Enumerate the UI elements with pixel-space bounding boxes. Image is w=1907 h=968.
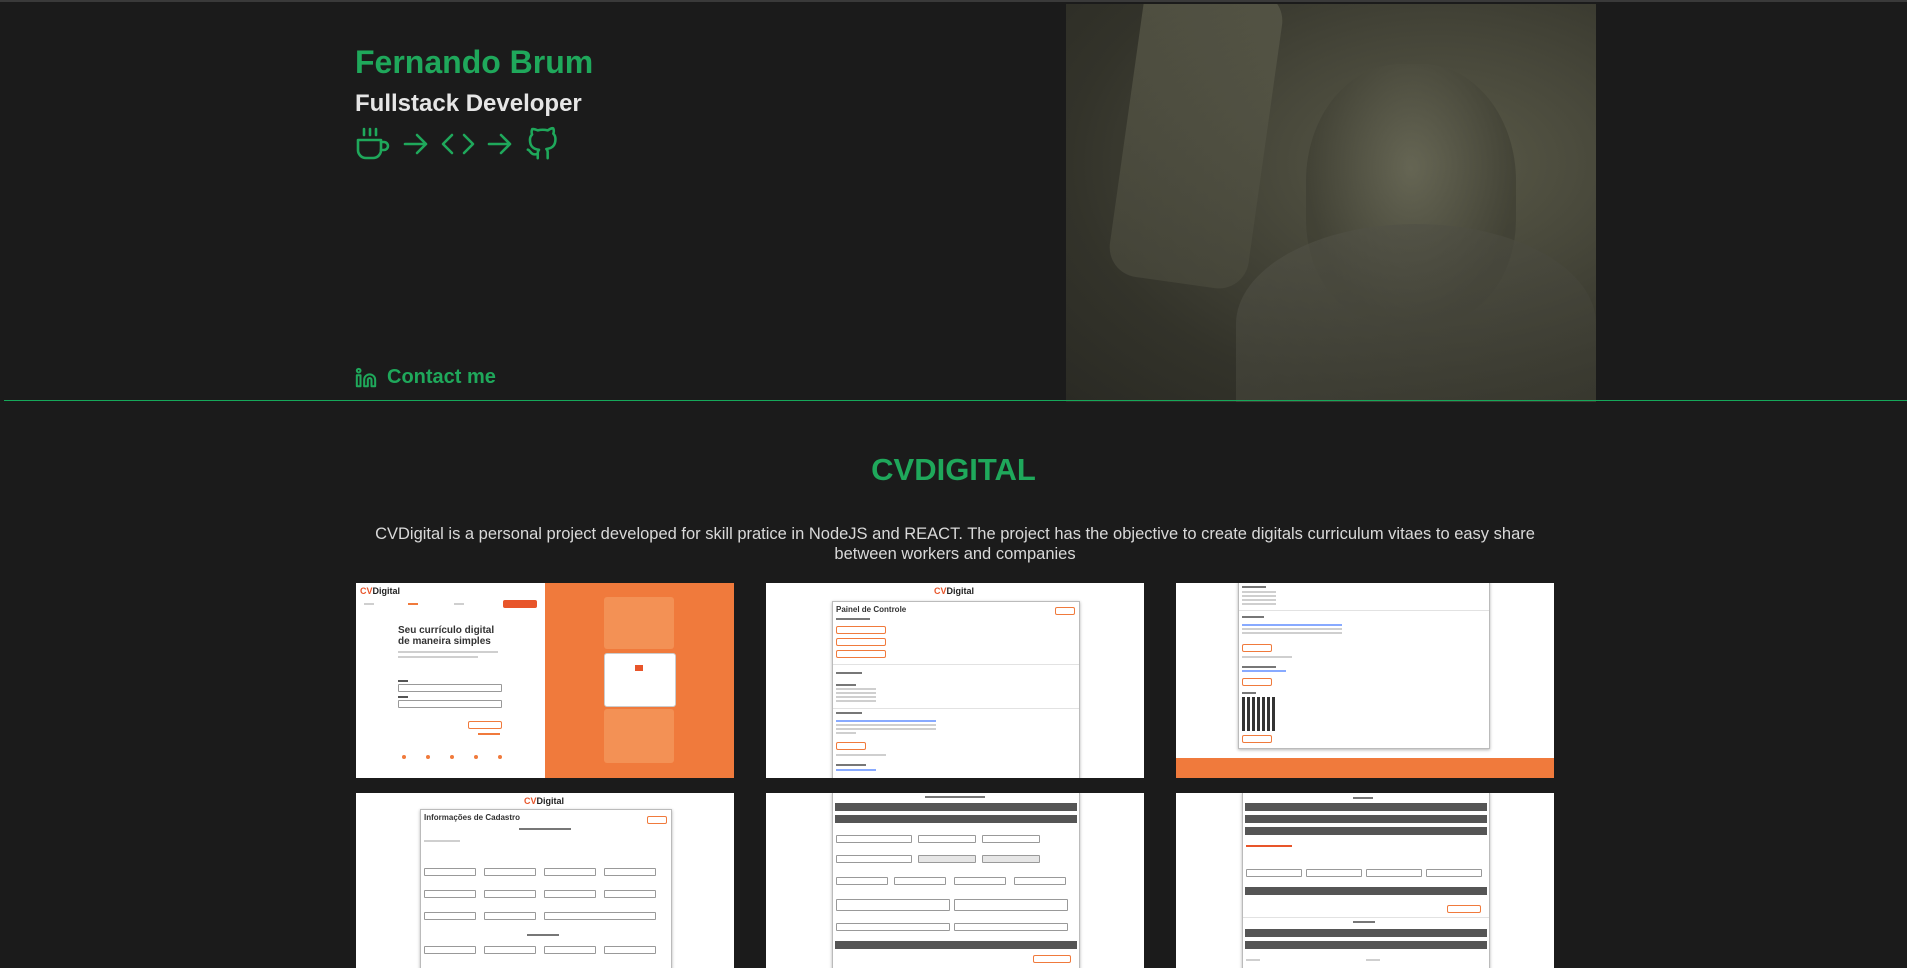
section-divider <box>4 400 1907 401</box>
hero-section: Fernando Brum Fullstack Developer Contac… <box>0 0 1907 402</box>
project-screenshot-registration[interactable]: CVDigital Informações de Cadastro <box>356 793 734 968</box>
screen-heading: Informações de Cadastro <box>424 813 521 822</box>
profile-photo <box>1066 4 1596 402</box>
arrow-right-icon <box>487 133 512 155</box>
hero-icon-row <box>355 126 559 162</box>
arrow-right-icon <box>403 133 428 155</box>
github-icon[interactable] <box>525 126 559 162</box>
project-screenshot-login[interactable]: CVDigital Seu currículo digital de manei… <box>356 583 734 778</box>
contact-me-label: Contact me <box>387 366 496 388</box>
project-screenshot-experience[interactable] <box>766 793 1144 968</box>
project-screenshot-dashboard[interactable]: CVDigital Painel de Controle <box>766 583 1144 778</box>
project-screenshot-courses[interactable] <box>1176 793 1554 968</box>
project-screenshot-public-cv[interactable] <box>1176 583 1554 778</box>
screen-heading: Seu currículo digital de maneira simples <box>398 625 495 647</box>
screen-heading: Painel de Controle <box>836 605 907 614</box>
coffee-icon <box>356 127 390 160</box>
project-title: CVDIGITAL <box>871 452 1036 487</box>
project-gallery: CVDigital Seu currículo digital de manei… <box>356 583 1554 968</box>
code-icon <box>441 133 475 155</box>
linkedin-icon <box>355 367 377 387</box>
qr-code <box>1242 697 1276 731</box>
hero-name: Fernando Brum <box>355 44 594 80</box>
contact-me-link[interactable]: Contact me <box>355 366 496 389</box>
project-description: CVDigital is a personal project develope… <box>375 525 1535 563</box>
screen-logo: CVDigital <box>360 586 401 596</box>
hero-role: Fullstack Developer <box>355 90 582 117</box>
